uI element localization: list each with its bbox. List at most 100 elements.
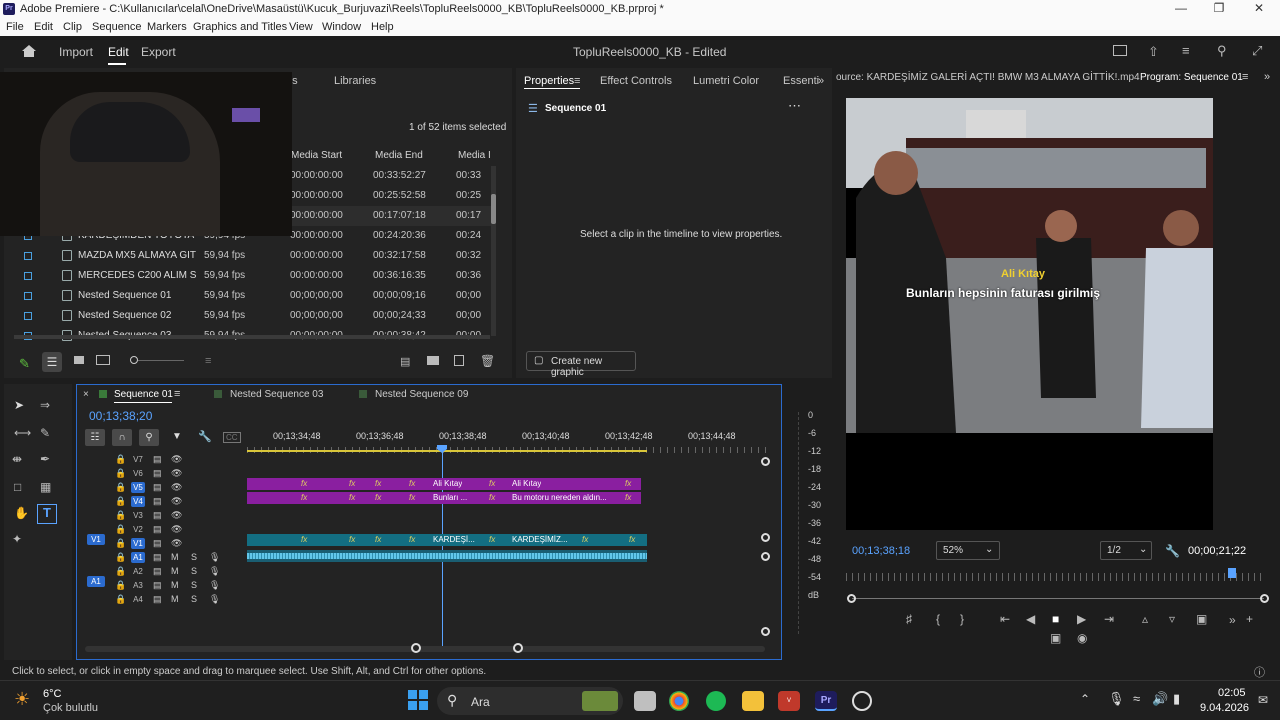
fx-badge[interactable]: fx (409, 535, 415, 544)
close-button[interactable]: ✕ (1244, 1, 1274, 17)
step-back-icon[interactable]: ◀ (1026, 612, 1035, 626)
tray-overflow-icon[interactable]: ⌃ (1080, 692, 1090, 706)
sort-icon[interactable]: ≡ (205, 355, 211, 367)
track-target-v7[interactable]: V7 (131, 454, 145, 465)
lock-icon[interactable]: 🔒 (115, 580, 126, 591)
lock-icon[interactable]: 🔒 (115, 482, 126, 493)
maximize-button[interactable]: ❐ (1204, 1, 1234, 17)
lock-icon[interactable]: 🔒 (115, 496, 126, 507)
list-view-icon[interactable]: ☰ (42, 352, 62, 372)
task-view-icon[interactable] (634, 691, 656, 711)
time-ruler[interactable]: 00;13;34;48 00;13;36;48 00;13;38;48 00;13;4… (247, 429, 767, 443)
snap-icon[interactable]: ∩ (112, 429, 132, 446)
track-target-v4[interactable]: V4 (131, 496, 145, 507)
tab-nested-sequence-03[interactable]: Nested Sequence 03 (230, 389, 323, 400)
zoom-slider[interactable] (138, 360, 184, 361)
tab-essential[interactable]: Essenti (783, 75, 819, 87)
rectangle-tool-icon[interactable]: □ (14, 480, 21, 494)
add-marker-icon[interactable]: ♯ (906, 612, 912, 626)
solo-button[interactable]: S (191, 566, 197, 576)
eye-icon[interactable]: 👁 (171, 454, 182, 465)
source-patch-a1[interactable]: A1 (87, 576, 105, 587)
track-target-v2[interactable]: V2 (131, 524, 145, 535)
more-options-icon[interactable]: ⋯ (788, 98, 801, 114)
clock-time[interactable]: 02:05 (1218, 687, 1246, 699)
premiere-taskbar-icon[interactable]: Pr (815, 691, 837, 711)
new-item-icon[interactable] (454, 355, 464, 366)
fx-badge[interactable]: fx (349, 479, 355, 488)
lock-icon[interactable]: 🔒 (115, 510, 126, 521)
slip-tool-icon[interactable]: ⇼ (12, 452, 22, 466)
tab-import[interactable]: Import (59, 45, 93, 59)
timeline-h-scrollbar[interactable] (85, 646, 765, 652)
menu-clip[interactable]: Clip (63, 21, 82, 33)
search-box[interactable]: ⚲ Ara (437, 687, 623, 715)
menu-file[interactable]: File (6, 21, 24, 33)
lock-icon[interactable]: 🔒 (115, 454, 126, 465)
button-editor-icon[interactable]: + (1246, 612, 1253, 626)
start-button[interactable] (408, 690, 428, 710)
fx-badge[interactable]: fx (489, 535, 495, 544)
extract-icon[interactable]: ▿ (1169, 612, 1175, 626)
sync-lock-icon[interactable]: ▤ (153, 482, 162, 493)
safe-margins-icon[interactable]: ▣ (1050, 631, 1061, 645)
solo-button[interactable]: S (191, 552, 197, 562)
fx-badge[interactable]: fx (625, 479, 631, 488)
tab-properties[interactable]: Properties (524, 75, 574, 87)
fx-badge[interactable]: fx (375, 479, 381, 488)
voicemeeter-icon[interactable]: V (778, 691, 800, 711)
h-scroll-left-handle[interactable] (411, 643, 421, 653)
pencil-icon[interactable]: ✎ (19, 356, 30, 372)
tab-sequence-01[interactable]: Sequence 01 (114, 389, 173, 400)
solo-button[interactable]: S (191, 580, 197, 590)
notifications-icon[interactable]: ✉ (1258, 693, 1268, 707)
linked-selection-icon[interactable]: ⚲ (139, 429, 159, 446)
more-tabs-icon[interactable]: » (818, 75, 824, 87)
weather-desc[interactable]: Çok bulutlu (43, 702, 98, 714)
menu-window[interactable]: Window (322, 21, 361, 33)
menu-markers[interactable]: Markers (147, 21, 187, 33)
work-area-bar[interactable] (247, 450, 647, 452)
source-patch-v1[interactable]: V1 (87, 534, 105, 545)
fx-badge[interactable]: fx (375, 535, 381, 544)
selection-tool-icon[interactable]: ➤ (14, 398, 24, 412)
solo-button[interactable]: S (191, 594, 197, 604)
a-scroll-top-handle[interactable] (761, 552, 770, 561)
chrome-icon[interactable] (669, 691, 689, 711)
hand-tool-icon[interactable]: ✋ (14, 506, 29, 520)
sync-lock-icon[interactable]: ▤ (153, 594, 162, 605)
fx-badge[interactable]: fx (629, 535, 635, 544)
track-target-a3[interactable]: A3 (131, 580, 145, 591)
v-scroll-top-handle[interactable] (761, 457, 770, 466)
step-forward-icon[interactable]: ▶ (1077, 612, 1086, 626)
weather-temp[interactable]: 6°C (43, 688, 61, 700)
microphone-icon[interactable]: 🎙 (1108, 691, 1125, 707)
properties-menu-icon[interactable]: ≡ (574, 75, 580, 87)
share-icon[interactable]: ⇧ (1148, 44, 1159, 60)
battery-icon[interactable]: ▮ (1173, 691, 1180, 707)
mute-button[interactable]: M (171, 566, 179, 576)
program-more-icon[interactable]: » (1264, 71, 1270, 83)
track-target-a1[interactable]: A1 (131, 552, 145, 563)
menu-sequence[interactable]: Sequence (92, 21, 142, 33)
eye-icon[interactable]: 👁 (171, 538, 182, 549)
h-scroll-right-handle[interactable] (513, 643, 523, 653)
program-menu-icon[interactable]: ≡ (1242, 71, 1248, 83)
fx-badge[interactable]: fx (409, 493, 415, 502)
eye-icon[interactable]: 👁 (171, 482, 182, 493)
wrench-icon[interactable]: 🔧 (1165, 544, 1180, 558)
clock-date[interactable]: 9.04.2026 (1200, 702, 1249, 714)
fx-badge[interactable]: fx (625, 493, 631, 502)
freeform-view-icon[interactable] (96, 355, 110, 365)
v-scroll-mid-handle[interactable] (761, 533, 770, 542)
sync-lock-icon[interactable]: ▤ (153, 566, 162, 577)
fx-badge[interactable]: fx (349, 535, 355, 544)
type-tool-icon[interactable]: T (37, 504, 57, 524)
spotify-icon[interactable] (706, 691, 726, 711)
mute-button[interactable]: M (171, 594, 179, 604)
workspace-icon[interactable] (1113, 45, 1127, 56)
label-color-swatch[interactable] (24, 312, 32, 320)
project-scrollbar[interactable] (491, 166, 496, 336)
tab-export[interactable]: Export (141, 45, 176, 59)
track-target-v1[interactable]: V1 (131, 538, 145, 549)
